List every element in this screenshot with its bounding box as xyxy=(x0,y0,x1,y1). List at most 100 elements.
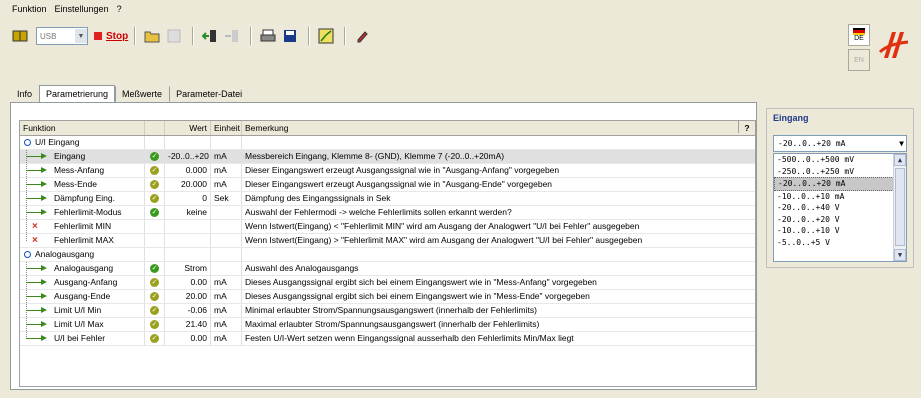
wert-cell[interactable]: 21.40 xyxy=(165,318,211,331)
wert-cell[interactable]: Strom xyxy=(165,262,211,275)
check-icon: ✓ xyxy=(150,180,159,189)
eingang-title: Eingang xyxy=(773,113,809,123)
col-status[interactable] xyxy=(145,121,165,135)
arrow-right-icon xyxy=(41,321,47,327)
einheit-cell xyxy=(211,206,242,219)
list-item[interactable]: -20..0..+20 mA xyxy=(774,177,906,191)
language-switcher: DE EN xyxy=(848,24,870,74)
menu-help[interactable]: ? xyxy=(113,0,126,18)
help-button[interactable]: ? xyxy=(738,121,755,133)
table-row[interactable]: Eingang ✓ -20..0..+20 mA Messbereich Eingang… xyxy=(20,150,755,164)
wert-cell[interactable]: 20.000 xyxy=(165,178,211,191)
tab-parameter-datei[interactable]: Parameter-Datei xyxy=(169,86,249,102)
menu-bar: Funktion Einstellungen ? xyxy=(0,0,921,18)
list-item[interactable]: -10..0..+10 mA xyxy=(774,191,906,203)
wert-cell[interactable]: 0.00 xyxy=(165,332,211,345)
wert-cell[interactable]: 0 xyxy=(165,192,211,205)
wert-cell[interactable]: 0.00 xyxy=(165,276,211,289)
list-item[interactable]: -5..0..+5 V xyxy=(774,237,906,249)
col-einheit[interactable]: Einheit xyxy=(211,121,242,135)
device-icon[interactable] xyxy=(10,26,30,46)
table-row[interactable]: Mess-Ende ✓ 20.000 mA Dieser Eingangswert er… xyxy=(20,178,755,192)
list-item[interactable]: -20..0..+40 V xyxy=(774,202,906,214)
col-wert[interactable]: Wert xyxy=(165,121,211,135)
edit-icon[interactable] xyxy=(352,26,372,46)
arrow-right-icon xyxy=(41,195,47,201)
group-row-ui-eingang[interactable]: U/I Eingang xyxy=(20,136,755,150)
parameter-grid: Funktion Wert Einheit Bemerkung ? U/I Ei… xyxy=(19,120,756,387)
toolbar-separator xyxy=(344,27,347,45)
tab-parametrierung[interactable]: Parametrierung xyxy=(39,85,116,102)
einheit-cell: mA xyxy=(211,164,242,177)
wert-cell[interactable]: -20..0..+20 xyxy=(165,150,211,163)
write-device-icon[interactable] xyxy=(222,26,242,46)
wert-cell[interactable]: keine xyxy=(165,206,211,219)
table-row[interactable]: × Fehlerlimit MIN Wenn Istwert(Eingang) < … xyxy=(20,220,755,234)
check-icon: ✓ xyxy=(150,208,159,217)
chart-icon[interactable] xyxy=(316,26,336,46)
list-item[interactable]: -10..0..+10 V xyxy=(774,225,906,237)
save-icon[interactable] xyxy=(280,26,300,46)
stop-button[interactable]: Stop xyxy=(94,31,128,42)
tab-info[interactable]: Info xyxy=(10,86,39,102)
check-icon: ✓ xyxy=(150,292,159,301)
scroll-up-icon[interactable]: ▲ xyxy=(894,154,906,166)
chevron-down-icon: ▼ xyxy=(75,29,87,43)
port-select[interactable]: USB ▼ xyxy=(36,27,88,45)
table-row[interactable]: Dämpfung Eing. ✓ 0 Sek Dämpfung des Eingangs… xyxy=(20,192,755,206)
group-row-analogausgang[interactable]: Analogausgang xyxy=(20,248,755,262)
tree-node-icon xyxy=(24,139,31,146)
read-device-icon[interactable] xyxy=(200,26,220,46)
menu-einstellungen[interactable]: Einstellungen xyxy=(51,0,113,18)
bemerkung-cell: Dieses Ausgangssignal ergibt sich bei ei… xyxy=(245,277,597,287)
wert-cell[interactable]: -0.06 xyxy=(165,304,211,317)
list-scrollbar[interactable]: ▲ ▼ xyxy=(893,154,906,261)
table-row[interactable]: Limit U/I Max ✓ 21.40 mA Maximal erlaubter S… xyxy=(20,318,755,332)
toolbar-separator xyxy=(250,27,253,45)
col-bemerkung[interactable]: Bemerkung ? xyxy=(242,121,755,135)
bemerkung-cell: Maximal erlaubter Strom/Spannungsausgang… xyxy=(245,319,540,329)
table-row[interactable]: U/I bei Fehler ✓ 0.00 mA Festen U/I-Wert set… xyxy=(20,332,755,346)
table-row[interactable]: Ausgang-Anfang ✓ 0.00 mA Dieses Ausgangssign… xyxy=(20,276,755,290)
arrow-right-icon xyxy=(41,279,47,285)
table-row[interactable]: Limit U/I Min ✓ -0.06 mA Minimal erlaubter S… xyxy=(20,304,755,318)
chevron-down-icon: ▼ xyxy=(899,139,904,148)
wert-cell[interactable]: 20.00 xyxy=(165,290,211,303)
parameter-panel: Funktion Wert Einheit Bemerkung ? U/I Ei… xyxy=(10,102,757,390)
menu-funktion[interactable]: Funktion xyxy=(0,0,51,18)
wert-cell[interactable] xyxy=(165,234,211,247)
list-item[interactable]: -20..0..+20 V xyxy=(774,214,906,226)
wert-cell[interactable]: 0.000 xyxy=(165,164,211,177)
bemerkung-cell: Messbereich Eingang, Klemme 8- (GND), Kl… xyxy=(245,151,505,161)
table-row[interactable]: × Fehlerlimit MAX Wenn Istwert(Eingang) > … xyxy=(20,234,755,248)
check-icon: ✓ xyxy=(150,194,159,203)
bemerkung-cell: Dieses Ausgangssignal ergibt sich bei ei… xyxy=(245,291,590,301)
bemerkung-cell: Dieser Eingangswert erzeugt Ausgangssign… xyxy=(245,179,553,189)
eingang-select[interactable]: -20..0..+20 mA ▼ xyxy=(773,135,907,152)
list-item[interactable]: -500..0..+500 mV xyxy=(774,154,906,166)
bemerkung-cell: Wenn Istwert(Eingang) < "Fehlerlimit MIN… xyxy=(245,221,640,231)
scroll-thumb[interactable] xyxy=(895,168,905,246)
error-x-icon: × xyxy=(32,235,38,246)
open-folder-icon[interactable] xyxy=(142,26,162,46)
grid-header: Funktion Wert Einheit Bemerkung ? xyxy=(20,121,755,136)
wert-cell[interactable] xyxy=(165,220,211,233)
save-disabled-icon[interactable] xyxy=(164,26,184,46)
arrow-right-icon xyxy=(41,181,47,187)
tab-messwerte[interactable]: Meßwerte xyxy=(115,86,169,102)
table-row[interactable]: Analogausgang ✓ Strom Auswahl des Analogaus… xyxy=(20,262,755,276)
col-funktion[interactable]: Funktion xyxy=(20,121,145,135)
language-en-button[interactable]: EN xyxy=(848,49,870,71)
scroll-down-icon[interactable]: ▼ xyxy=(894,249,906,261)
einheit-cell: mA xyxy=(211,276,242,289)
table-row[interactable]: Mess-Anfang ✓ 0.000 mA Dieser Eingangswert e… xyxy=(20,164,755,178)
eingang-list: -500..0..+500 mV -250..0..+250 mV -20..0..… xyxy=(773,153,907,262)
company-logo xyxy=(878,30,912,62)
language-de-button[interactable]: DE xyxy=(848,24,870,46)
german-flag-icon xyxy=(853,28,865,35)
table-row[interactable]: Fehlerlimit-Modus ✓ keine Auswahl der Fehle… xyxy=(20,206,755,220)
bemerkung-cell: Minimal erlaubter Strom/Spannungsausgang… xyxy=(245,305,537,315)
table-row[interactable]: Ausgang-Ende ✓ 20.00 mA Dieses Ausgangssigna… xyxy=(20,290,755,304)
print-icon[interactable] xyxy=(258,26,278,46)
list-item[interactable]: -250..0..+250 mV xyxy=(774,166,906,178)
